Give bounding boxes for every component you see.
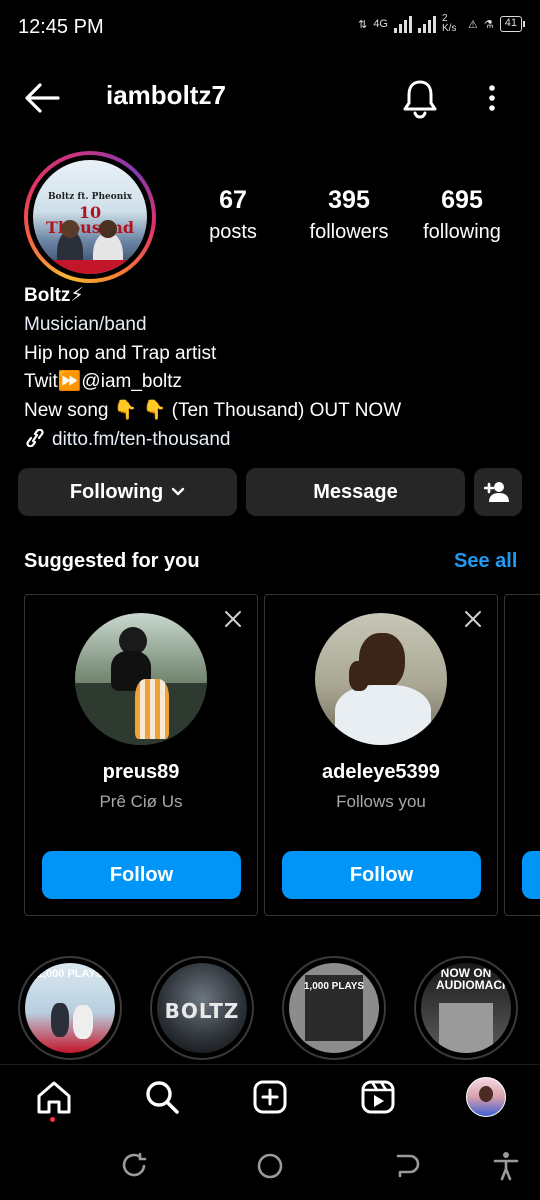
followers-count: 395 [328, 186, 370, 214]
profile-tab-avatar[interactable] [466, 1077, 506, 1117]
bottom-navigation [0, 1064, 540, 1130]
suggested-card: preus89 Prê Ciø Us Follow [24, 594, 258, 916]
suggested-card: adeleye5399 Follows you Follow [264, 594, 498, 916]
status-icons: ⇅ 4G 2 K/s ⚠ ⚗ 41 [358, 13, 526, 34]
signal-icon-2 [418, 15, 436, 33]
highlight-caption: NOW ON AUDIOMACK [436, 966, 511, 992]
accessibility-icon[interactable] [490, 1150, 522, 1182]
follow-button-partial[interactable] [522, 851, 540, 899]
suggested-subtitle: Follows you [336, 792, 426, 811]
bio-link-text: ditto.fm/ten-thousand [52, 428, 231, 450]
following-count: 695 [441, 186, 483, 214]
plus-square-icon[interactable] [250, 1079, 290, 1115]
following-stat[interactable]: 695 following [416, 186, 508, 244]
suggested-subtitle: Prê Ciø Us [99, 792, 183, 811]
suggested-card-partial [504, 594, 540, 916]
battery-indicator: 41 [499, 16, 526, 32]
profile-username: iamboltz7 [106, 80, 226, 110]
close-icon[interactable] [223, 609, 243, 629]
chevron-down-icon [171, 487, 185, 496]
suggested-username[interactable]: adeleye5399 [265, 761, 497, 784]
suggested-username[interactable]: preus89 [25, 761, 257, 784]
add-user-icon [484, 482, 509, 502]
follow-button[interactable]: Follow [282, 851, 481, 899]
bio-line-3: New song 👇 👇 (Ten Thousand) OUT NOW [24, 400, 402, 422]
network-type: 4G [373, 18, 388, 30]
posts-count: 67 [219, 186, 247, 214]
close-icon[interactable] [463, 609, 483, 629]
following-button[interactable]: Following [18, 468, 237, 516]
link-icon [26, 428, 44, 447]
profile-bio: Boltz⚡ Musician/band Hip hop and Trap ar… [24, 282, 401, 455]
recent-apps-icon[interactable] [118, 1150, 150, 1182]
suggested-avatar[interactable] [75, 613, 207, 745]
avatar-cover-title: Boltz ft. Pheonix 10 Thousand [45, 192, 135, 237]
lab-icon: ⚗ [483, 18, 494, 31]
message-button[interactable]: Message [246, 468, 465, 516]
suggested-avatar[interactable] [315, 613, 447, 745]
home-icon[interactable] [34, 1079, 74, 1115]
search-icon[interactable] [142, 1079, 182, 1115]
story-highlight[interactable]: 1,000 PLAYS [18, 956, 122, 1060]
following-label: following [423, 221, 501, 243]
data-arrows-icon: ⇅ [358, 18, 368, 31]
system-navigation-bar [0, 1130, 540, 1200]
bell-icon[interactable] [400, 76, 440, 120]
more-vertical-icon[interactable] [478, 80, 506, 116]
posts-label: posts [209, 221, 257, 243]
status-bar: 12:45 PM ⇅ 4G 2 K/s ⚠ ⚗ 41 [0, 0, 540, 56]
highlight-caption: 1,000 PLAYS [303, 981, 365, 992]
network-speed: 2 K/s [442, 13, 457, 34]
profile-top-bar: iamboltz7 [0, 70, 540, 126]
profile-category: Musician/band [24, 313, 147, 335]
arrow-left-icon[interactable] [22, 80, 62, 116]
story-highlight[interactable]: BOLTZ [150, 956, 254, 1060]
posts-stat[interactable]: 67 posts [200, 186, 266, 244]
back-nav-icon[interactable] [390, 1150, 422, 1182]
status-time: 12:45 PM [18, 16, 104, 38]
suggested-title: Suggested for you [24, 550, 200, 572]
display-name: Boltz⚡ [24, 285, 84, 306]
bio-line-1: Hip hop and Trap artist [24, 342, 217, 364]
story-highlight[interactable]: 1,000 PLAYS [282, 956, 386, 1060]
following-button-label: Following [69, 480, 164, 503]
home-circle-icon[interactable] [254, 1150, 286, 1182]
bio-line-2: Twit⏩@iam_boltz [24, 371, 183, 393]
bio-link[interactable]: ditto.fm/ten-thousand [24, 426, 401, 455]
followers-label: followers [309, 221, 389, 243]
highlight-caption: 1,000 PLAYS [36, 968, 104, 980]
add-user-button[interactable] [474, 468, 522, 516]
followers-stat[interactable]: 395 followers [302, 186, 396, 244]
message-button-label: Message [313, 480, 398, 503]
story-highlight[interactable]: NOW ON AUDIOMACK [414, 956, 518, 1060]
follow-button[interactable]: Follow [42, 851, 241, 899]
profile-avatar[interactable]: Boltz ft. Pheonix 10 Thousand [24, 151, 156, 283]
see-all-link[interactable]: See all [454, 550, 517, 573]
signal-icon [394, 15, 412, 33]
highlight-caption: BOLTZ [164, 999, 240, 1023]
reels-icon[interactable] [358, 1079, 398, 1115]
notification-dot [50, 1117, 55, 1122]
warning-icon: ⚠ [468, 18, 478, 31]
avatar-image: Boltz ft. Pheonix 10 Thousand [33, 160, 147, 274]
